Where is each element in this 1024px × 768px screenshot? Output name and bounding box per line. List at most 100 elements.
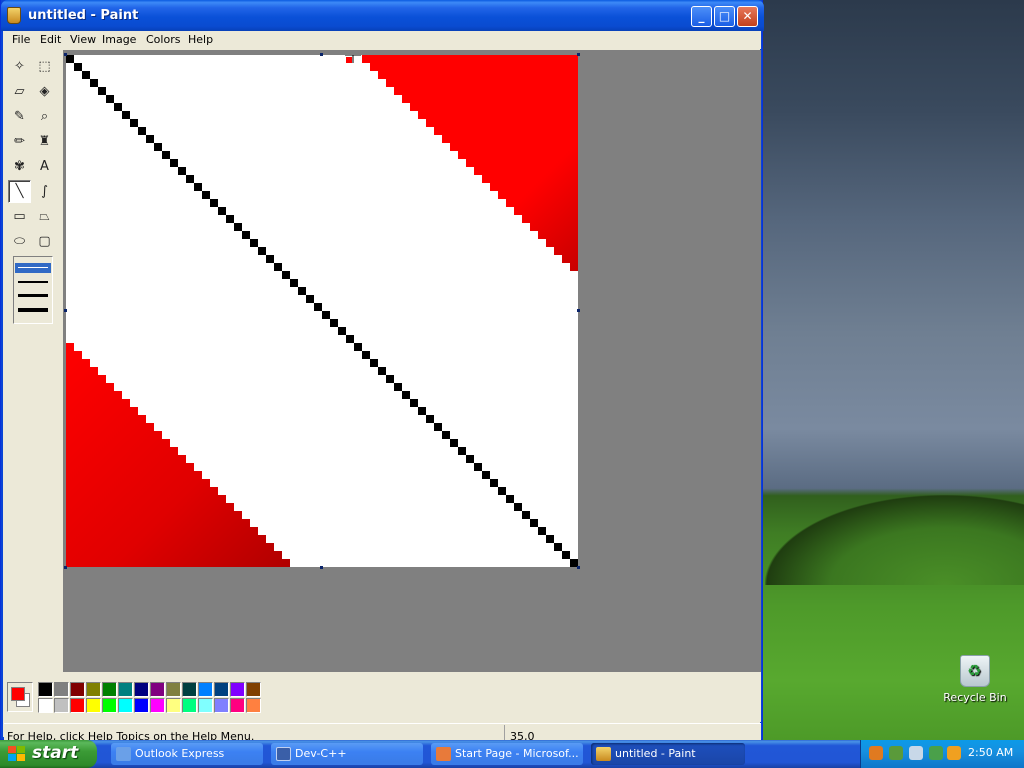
text-tool[interactable]: A [33,155,56,178]
free-form-select-tool[interactable]: ✧ [8,55,31,78]
start-label: start [32,743,79,763]
color-swatch[interactable] [150,698,165,713]
task-paint[interactable]: untitled - Paint [591,743,745,765]
color-swatch[interactable] [118,698,133,713]
color-swatch[interactable] [86,682,101,697]
resize-handle[interactable] [64,309,67,312]
airbrush-tool[interactable]: ✾ [8,155,31,178]
menu-image[interactable]: Image [96,32,142,48]
color-swatch[interactable] [246,682,261,697]
color-swatch[interactable] [214,698,229,713]
line-tool[interactable]: ╲ [8,180,31,203]
selected-width-highlight [15,263,51,273]
recycle-bin[interactable]: Recycle Bin [940,655,1010,704]
color-swatch[interactable] [230,698,245,713]
brush-tool[interactable]: ♜ [33,130,56,153]
close-button[interactable]: ✕ [737,6,758,27]
resize-handle[interactable] [577,53,580,56]
color-swatch[interactable] [38,698,53,713]
line-width-selector[interactable] [13,256,53,324]
task-start-page[interactable]: Start Page - Microsof... [431,743,583,765]
tray-icon-4[interactable] [929,746,943,760]
current-colors[interactable] [7,682,33,712]
menu-bar: File Edit View Image Colors Help [4,31,761,49]
magnifier-tool[interactable]: ⌕ [33,105,56,128]
color-swatch[interactable] [150,682,165,697]
pencil-tool[interactable]: ✏ [8,130,31,153]
color-swatch[interactable] [230,682,245,697]
color-swatch[interactable] [166,682,181,697]
line-width-option[interactable] [18,281,48,283]
recycle-bin-label: Recycle Bin [943,691,1007,704]
curve-tool[interactable]: ∫ [33,180,56,203]
rounded-rectangle-icon: ▢ [38,234,51,249]
paint-window: untitled - Paint _ □ ✕ File Edit View Im… [0,0,764,743]
line-width-option[interactable] [18,294,48,297]
toolbox: ✧ ⬚ ▱ ◈ ✎ ⌕ ✏ ♜ ✾ A ╲ ∫ ▭ ⏢ ⬭ ▢ [4,50,63,672]
resize-handle[interactable] [577,566,580,569]
color-swatch[interactable] [134,682,149,697]
pencil-icon: ✏ [14,134,25,149]
devcpp-icon [276,747,291,761]
resize-handle[interactable] [64,566,67,569]
color-swatch[interactable] [166,698,181,713]
task-outlook-express[interactable]: Outlook Express [111,743,263,765]
outlook-express-icon [116,747,131,761]
color-swatch[interactable] [70,682,85,697]
rectangle-tool[interactable]: ▭ [8,205,31,228]
pick-color-tool[interactable]: ✎ [8,105,31,128]
menu-file[interactable]: File [6,32,36,48]
search-icon[interactable] [947,746,961,760]
color-swatch[interactable] [214,682,229,697]
airbrush-icon: ✾ [14,159,25,174]
rect-select-tool[interactable]: ⬚ [33,55,56,78]
minimize-button[interactable]: _ [691,6,712,27]
menu-colors[interactable]: Colors [140,32,186,48]
color-swatch[interactable] [102,682,117,697]
rounded-rectangle-tool[interactable]: ▢ [33,230,56,253]
ellipse-tool[interactable]: ⬭ [8,230,31,253]
task-devcpp[interactable]: Dev-C++ [271,743,423,765]
canvas-area [63,50,761,672]
color-swatch[interactable] [54,698,69,713]
color-swatch[interactable] [134,698,149,713]
desktop-hill [765,495,1024,585]
line-width-option[interactable] [18,267,48,268]
color-swatch[interactable] [86,698,101,713]
eraser-tool[interactable]: ▱ [8,80,31,103]
tray-icon-2[interactable] [889,746,903,760]
line-width-option[interactable] [18,308,48,312]
color-swatch[interactable] [118,682,133,697]
tray-icon-1[interactable] [869,746,883,760]
color-swatch[interactable] [38,682,53,697]
fill-tool[interactable]: ◈ [33,80,56,103]
color-swatch[interactable] [198,698,213,713]
resize-handle[interactable] [320,566,323,569]
resize-handle[interactable] [64,53,67,56]
maximize-button[interactable]: □ [714,6,735,27]
color-swatch[interactable] [182,698,197,713]
menu-edit[interactable]: Edit [34,32,67,48]
clock[interactable]: 2:50 AM [968,746,1013,759]
taskbar: start Outlook Express Dev-C++ Start Page… [0,740,1024,768]
task-label: untitled - Paint [615,747,696,760]
resize-handle[interactable] [320,53,323,56]
foreground-color-box[interactable] [11,687,25,701]
color-swatch[interactable] [182,682,197,697]
color-swatch[interactable] [70,698,85,713]
menu-help[interactable]: Help [182,32,219,48]
start-button[interactable]: start [0,740,97,768]
color-swatch[interactable] [102,698,117,713]
title-bar[interactable]: untitled - Paint _ □ ✕ [1,0,764,31]
drawing-canvas[interactable] [66,55,578,567]
windows-logo-icon [8,746,26,762]
color-swatch[interactable] [54,682,69,697]
paint-app-icon[interactable] [7,7,21,24]
color-swatch[interactable] [246,698,261,713]
task-label: Dev-C++ [295,747,347,760]
resize-handle[interactable] [577,309,580,312]
color-swatch[interactable] [198,682,213,697]
rect-select-icon: ⬚ [38,59,51,74]
network-icon[interactable] [909,746,923,760]
polygon-tool[interactable]: ⏢ [33,205,56,228]
